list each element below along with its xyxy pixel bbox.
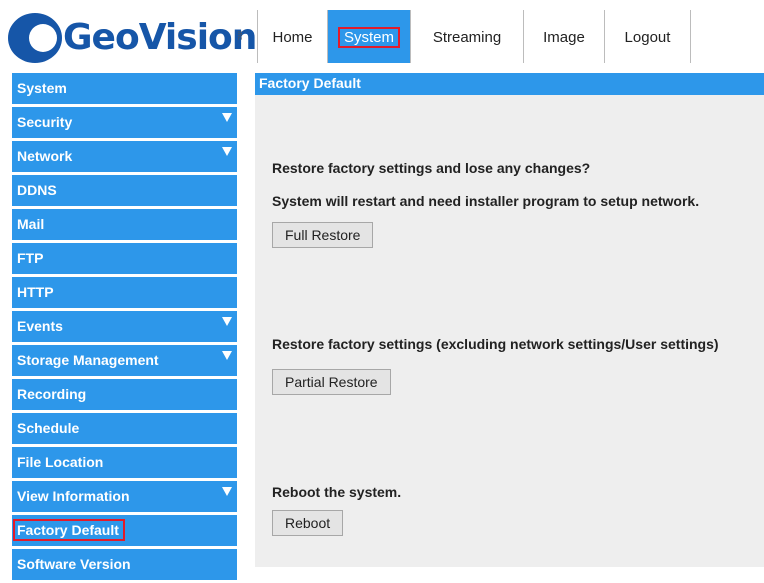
reboot-button[interactable]: Reboot	[272, 510, 344, 536]
sidebar-item-label: Factory Default	[13, 519, 125, 541]
sidebar-item-label: FTP	[17, 250, 44, 266]
sidebar-item-storage-management[interactable]: Storage Management	[12, 345, 237, 376]
reboot-text: Reboot the system.	[272, 484, 402, 500]
sidebar-item-factory-default[interactable]: Factory Default	[12, 515, 237, 546]
sidebar-item-events[interactable]: Events	[12, 311, 237, 342]
tab-logout-label: Logout	[624, 29, 671, 46]
sidebar-item-label: File Location	[17, 454, 104, 470]
tab-image[interactable]: Image	[524, 10, 605, 63]
tab-image-label: Image	[543, 29, 585, 46]
sidebar-item-label: Recording	[17, 386, 87, 402]
tab-streaming[interactable]: Streaming	[411, 10, 524, 63]
tab-system[interactable]: System	[328, 10, 411, 63]
sidebar-item-ftp[interactable]: FTP	[12, 243, 237, 274]
sidebar-menu: System Security Network DDNS Mail FTP HT…	[12, 73, 237, 583]
tab-home-label: Home	[272, 29, 313, 46]
full-restore-button[interactable]: Full Restore	[272, 222, 374, 248]
sidebar-item-label: Mail	[17, 216, 45, 232]
sidebar-item-label: View Information	[17, 488, 130, 504]
sidebar-item-label: Events	[17, 318, 63, 334]
triangle-down-icon[interactable]	[222, 487, 232, 496]
sidebar-item-label: Storage Management	[17, 352, 159, 368]
tab-system-label: System	[337, 27, 400, 48]
sidebar-item-schedule[interactable]: Schedule	[12, 413, 237, 444]
brand-name: GeoVision	[63, 17, 257, 58]
brand-inc: inc	[236, 31, 243, 40]
triangle-down-icon[interactable]	[222, 147, 232, 156]
partial-restore-button[interactable]: Partial Restore	[272, 369, 391, 395]
sidebar-item-view-information[interactable]: View Information	[12, 481, 237, 512]
geovision-logo: GeoVision inc	[5, 8, 257, 68]
triangle-down-icon[interactable]	[222, 317, 232, 326]
sidebar-item-security[interactable]: Security	[12, 107, 237, 138]
triangle-down-icon[interactable]	[222, 113, 232, 122]
sidebar-item-software-version[interactable]: Software Version	[12, 549, 237, 580]
sidebar-item-recording[interactable]: Recording	[12, 379, 237, 410]
page-title: Factory Default	[255, 73, 764, 95]
full-restore-note: System will restart and need installer p…	[272, 193, 700, 209]
factory-default-panel: Factory Default Restore factory settings…	[255, 73, 764, 567]
sidebar-item-label: DDNS	[17, 182, 57, 198]
tab-home[interactable]: Home	[258, 10, 328, 63]
top-navigation: Home System Streaming Image Logout	[257, 10, 691, 63]
sidebar-item-mail[interactable]: Mail	[12, 209, 237, 240]
sidebar-item-label: Software Version	[17, 556, 131, 572]
sidebar-item-file-location[interactable]: File Location	[12, 447, 237, 478]
sidebar-item-ddns[interactable]: DDNS	[12, 175, 237, 206]
partial-restore-text: Restore factory settings (excluding netw…	[272, 336, 719, 352]
tab-streaming-label: Streaming	[432, 29, 502, 46]
sidebar-item-label: Security	[17, 114, 73, 130]
tab-logout[interactable]: Logout	[605, 10, 691, 63]
sidebar-item-label: System	[17, 80, 67, 96]
sidebar-item-label: Schedule	[17, 420, 80, 436]
triangle-down-icon[interactable]	[222, 351, 232, 360]
full-restore-question: Restore factory settings and lose any ch…	[272, 160, 591, 176]
sidebar-item-system[interactable]: System	[12, 73, 237, 104]
sidebar-item-network[interactable]: Network	[12, 141, 237, 172]
sidebar-item-http[interactable]: HTTP	[12, 277, 237, 308]
sidebar-item-label: Network	[17, 148, 73, 164]
sidebar-item-label: HTTP	[17, 284, 54, 300]
